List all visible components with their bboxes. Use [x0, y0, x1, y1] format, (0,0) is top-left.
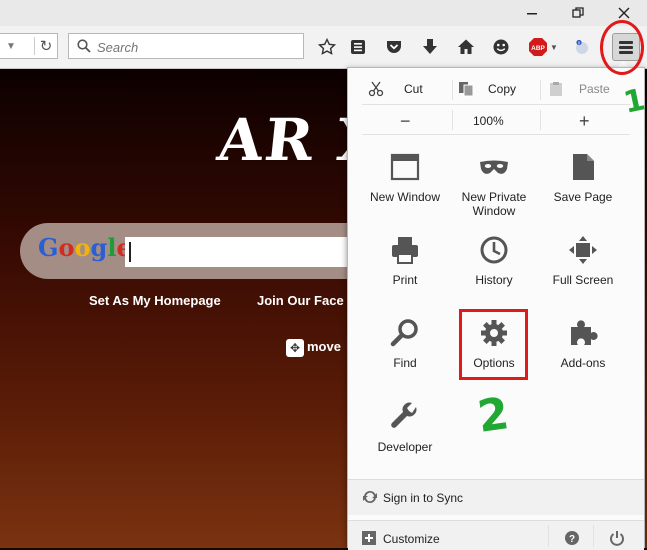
abp-label: ABP [531, 45, 545, 52]
set-homepage-link[interactable]: Set As My Homepage [89, 293, 221, 308]
restore-button[interactable] [563, 2, 593, 24]
annotation-circle [600, 20, 644, 75]
customize-plus-icon [362, 531, 376, 545]
reading-list-button[interactable] [346, 36, 370, 58]
move-label: move [307, 339, 341, 354]
home-button[interactable] [454, 36, 478, 58]
separator [452, 80, 453, 100]
svg-text:?: ? [569, 534, 575, 545]
home-icon [458, 39, 474, 54]
copy-icon [459, 82, 474, 97]
search-input[interactable] [95, 36, 299, 58]
google-search-input[interactable] [125, 237, 385, 267]
minimize-button[interactable] [517, 2, 547, 24]
customize-button[interactable]: Customize ? [348, 520, 644, 550]
print-button[interactable]: Print [361, 235, 449, 317]
search-icon [77, 39, 91, 53]
abp-dropdown-icon[interactable]: ▼ [550, 43, 558, 52]
separator [540, 80, 541, 100]
new-window-label: New Window [369, 190, 441, 204]
minimize-icon [527, 13, 537, 15]
restore-icon [572, 7, 584, 18]
cut-label: Cut [404, 82, 423, 96]
zoom-reset-button[interactable]: 100% [473, 114, 504, 128]
download-icon [423, 39, 437, 54]
help-button[interactable]: ? [561, 527, 583, 547]
adblock-plus-button[interactable]: ABP ▼ [526, 36, 560, 58]
paste-icon [550, 82, 562, 96]
close-icon [618, 7, 630, 19]
title-bar [0, 0, 647, 26]
move-icon: ✥ [286, 339, 304, 357]
separator [452, 110, 453, 130]
reload-icon[interactable]: ↻ [34, 37, 57, 55]
save-page-label: Save Page [553, 190, 613, 204]
find-button[interactable]: Find [361, 318, 449, 400]
paste-label: Paste [579, 82, 610, 96]
separator [540, 110, 541, 130]
url-dropdown-icon[interactable]: ▼ [6, 41, 16, 52]
divider [362, 104, 630, 105]
private-mask-icon [480, 160, 508, 174]
separator [548, 525, 549, 547]
new-window-icon [390, 153, 420, 181]
save-page-button[interactable]: Save Page [539, 152, 627, 234]
scissors-icon [368, 81, 384, 97]
main-menu-panel: Cut Copy Paste − 100% + New Window New P… [347, 67, 645, 550]
pocket-button[interactable] [382, 36, 406, 58]
sync-label: Sign in to Sync [383, 491, 464, 505]
annotation-box [459, 309, 528, 380]
full-screen-button[interactable]: Full Screen [539, 235, 627, 317]
add-ons-button[interactable]: Add-ons [539, 318, 627, 400]
join-facebook-link[interactable]: Join Our Face [257, 293, 344, 308]
url-bar[interactable]: ▼ ↻ [0, 33, 58, 59]
move-handle[interactable]: ✥ move [286, 339, 356, 357]
separator [593, 525, 594, 547]
divider [362, 134, 630, 135]
developer-label: Developer [377, 440, 433, 454]
new-private-window-button[interactable]: New Private Window [450, 152, 538, 234]
wrench-icon [391, 402, 417, 428]
google-logo: Google [38, 233, 132, 262]
zoom-in-button[interactable]: + [579, 111, 590, 132]
add-ons-label: Add-ons [560, 356, 606, 370]
zoom-out-button[interactable]: − [400, 111, 411, 132]
printer-icon [392, 237, 418, 264]
sync-button[interactable]: Sign in to Sync [348, 479, 644, 515]
print-label: Print [392, 273, 418, 287]
new-private-window-label: New Private Window [461, 190, 527, 218]
quit-button[interactable] [606, 527, 628, 547]
extension-button[interactable]: 0 [570, 36, 594, 58]
copy-button[interactable]: Copy [456, 75, 546, 105]
help-icon: ? [565, 531, 579, 545]
full-screen-label: Full Screen [552, 273, 614, 287]
extension-icon: 0 [576, 39, 588, 54]
puzzle-piece-icon [571, 320, 598, 345]
new-window-button[interactable]: New Window [361, 152, 449, 234]
google-search-bar: Google [20, 223, 385, 279]
reading-list-icon [351, 40, 365, 54]
smiley-icon [493, 39, 509, 55]
history-clock-icon [480, 236, 508, 264]
smiley-button[interactable] [489, 36, 513, 58]
developer-button[interactable]: Developer [361, 402, 449, 484]
copy-label: Copy [488, 82, 517, 96]
magnifier-icon [390, 319, 418, 347]
cut-button[interactable]: Cut [366, 75, 454, 105]
power-icon [610, 531, 624, 546]
history-button[interactable]: History [450, 235, 538, 317]
save-page-icon [573, 154, 594, 180]
adblock-plus-icon: ABP [529, 38, 548, 56]
bookmark-star-button[interactable] [315, 36, 339, 58]
bookmark-star-icon [318, 38, 336, 55]
find-label: Find [393, 356, 417, 370]
search-box[interactable] [68, 33, 304, 59]
pocket-icon [387, 41, 401, 53]
history-label: History [475, 273, 513, 287]
sync-icon [363, 490, 377, 504]
full-screen-icon [569, 236, 597, 264]
navigation-toolbar: ▼ ↻ ABP ▼ 0 [0, 26, 647, 69]
downloads-button[interactable] [418, 36, 442, 58]
customize-label: Customize [383, 532, 440, 546]
